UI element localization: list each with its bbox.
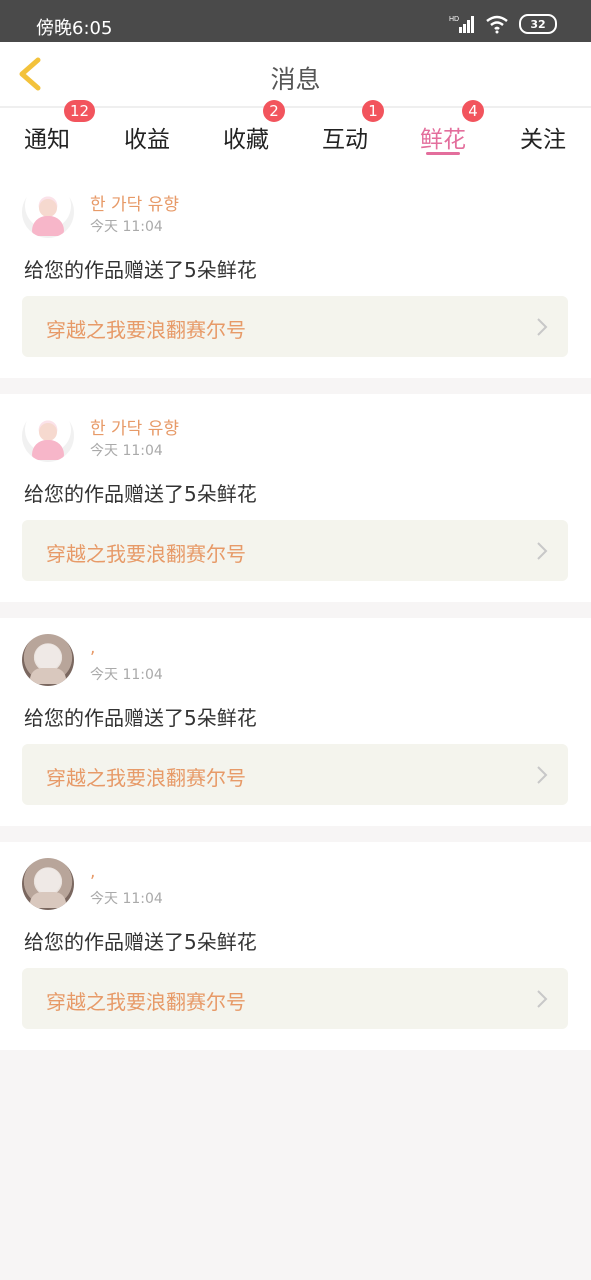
tab-favorites[interactable]: 收藏 2 — [223, 100, 293, 170]
notification-badge: 12 — [64, 100, 96, 122]
chevron-right-icon — [537, 318, 548, 336]
signal-icon: HD — [449, 16, 474, 33]
sender-name[interactable]: , — [90, 638, 95, 658]
message-text: 给您的作品赠送了5朵鲜花 — [24, 706, 257, 730]
status-bar: 傍晚6:05 HD 32 — [0, 0, 591, 42]
sender-name[interactable]: 한 가닥 유향 — [90, 190, 179, 215]
message-card[interactable]: , 今天 11:04 给您的作品赠送了5朵鲜花 穿越之我要浪翻赛尔号 — [0, 842, 591, 1050]
tab-interactions[interactable]: 互动 1 — [322, 100, 392, 170]
flowers-badge: 4 — [462, 100, 484, 122]
chevron-right-icon — [537, 766, 548, 784]
tab-label: 收藏 — [223, 127, 269, 153]
chevron-right-icon — [537, 542, 548, 560]
work-link[interactable]: 穿越之我要浪翻赛尔号 — [22, 968, 568, 1029]
header-bar: 消息 — [0, 42, 591, 108]
tab-label: 收益 — [124, 127, 170, 153]
status-icons: HD 32 — [449, 14, 557, 34]
chevron-right-icon — [537, 990, 548, 1008]
message-text: 给您的作品赠送了5朵鲜花 — [24, 482, 257, 506]
page-title: 消息 — [270, 65, 321, 94]
message-card[interactable]: 한 가닥 유향 今天 11:04 给您的作品赠送了5朵鲜花 穿越之我要浪翻赛尔号 — [0, 394, 591, 602]
message-time: 今天 11:04 — [90, 891, 163, 907]
tab-following[interactable]: 关注 — [520, 108, 590, 170]
message-time: 今天 11:04 — [90, 443, 163, 459]
avatar[interactable] — [22, 858, 74, 910]
tab-label: 关注 — [520, 127, 566, 153]
tab-flowers[interactable]: 鲜花 4 — [420, 100, 490, 170]
battery-indicator: 32 — [519, 14, 557, 34]
interactions-badge: 1 — [362, 100, 384, 122]
message-time: 今天 11:04 — [90, 667, 163, 683]
message-card[interactable]: 한 가닥 유향 今天 11:04 给您的作品赠送了5朵鲜花 穿越之我要浪翻赛尔号 — [0, 170, 591, 378]
work-title: 穿越之我要浪翻赛尔号 — [46, 766, 246, 790]
avatar[interactable] — [22, 186, 74, 238]
work-link[interactable]: 穿越之我要浪翻赛尔号 — [22, 744, 568, 805]
tab-notifications[interactable]: 通知 12 — [24, 100, 96, 170]
active-tab-underline — [426, 152, 460, 155]
tab-label: 互动 — [322, 127, 368, 153]
message-tabs: 通知 12 收益 收藏 2 互动 1 鲜花 4 关注 — [0, 100, 591, 170]
work-link[interactable]: 穿越之我要浪翻赛尔号 — [22, 296, 568, 357]
hd-label: HD — [449, 16, 459, 23]
tab-label: 鲜花 — [420, 127, 466, 153]
wifi-icon — [486, 15, 508, 34]
sender-name[interactable]: 한 가닥 유향 — [90, 414, 179, 439]
work-title: 穿越之我要浪翻赛尔号 — [46, 542, 246, 566]
message-time: 今天 11:04 — [90, 219, 163, 235]
work-title: 穿越之我要浪翻赛尔号 — [46, 318, 246, 342]
avatar[interactable] — [22, 410, 74, 462]
sender-name[interactable]: , — [90, 862, 95, 882]
message-card[interactable]: , 今天 11:04 给您的作品赠送了5朵鲜花 穿越之我要浪翻赛尔号 — [0, 618, 591, 826]
tab-earnings[interactable]: 收益 — [124, 108, 194, 170]
favorites-badge: 2 — [263, 100, 285, 122]
avatar[interactable] — [22, 634, 74, 686]
tab-label: 通知 — [24, 127, 70, 153]
status-time: 傍晚6:05 — [36, 18, 113, 39]
message-text: 给您的作品赠送了5朵鲜花 — [24, 930, 257, 954]
work-title: 穿越之我要浪翻赛尔号 — [46, 990, 246, 1014]
work-link[interactable]: 穿越之我要浪翻赛尔号 — [22, 520, 568, 581]
message-text: 给您的作品赠送了5朵鲜花 — [24, 258, 257, 282]
